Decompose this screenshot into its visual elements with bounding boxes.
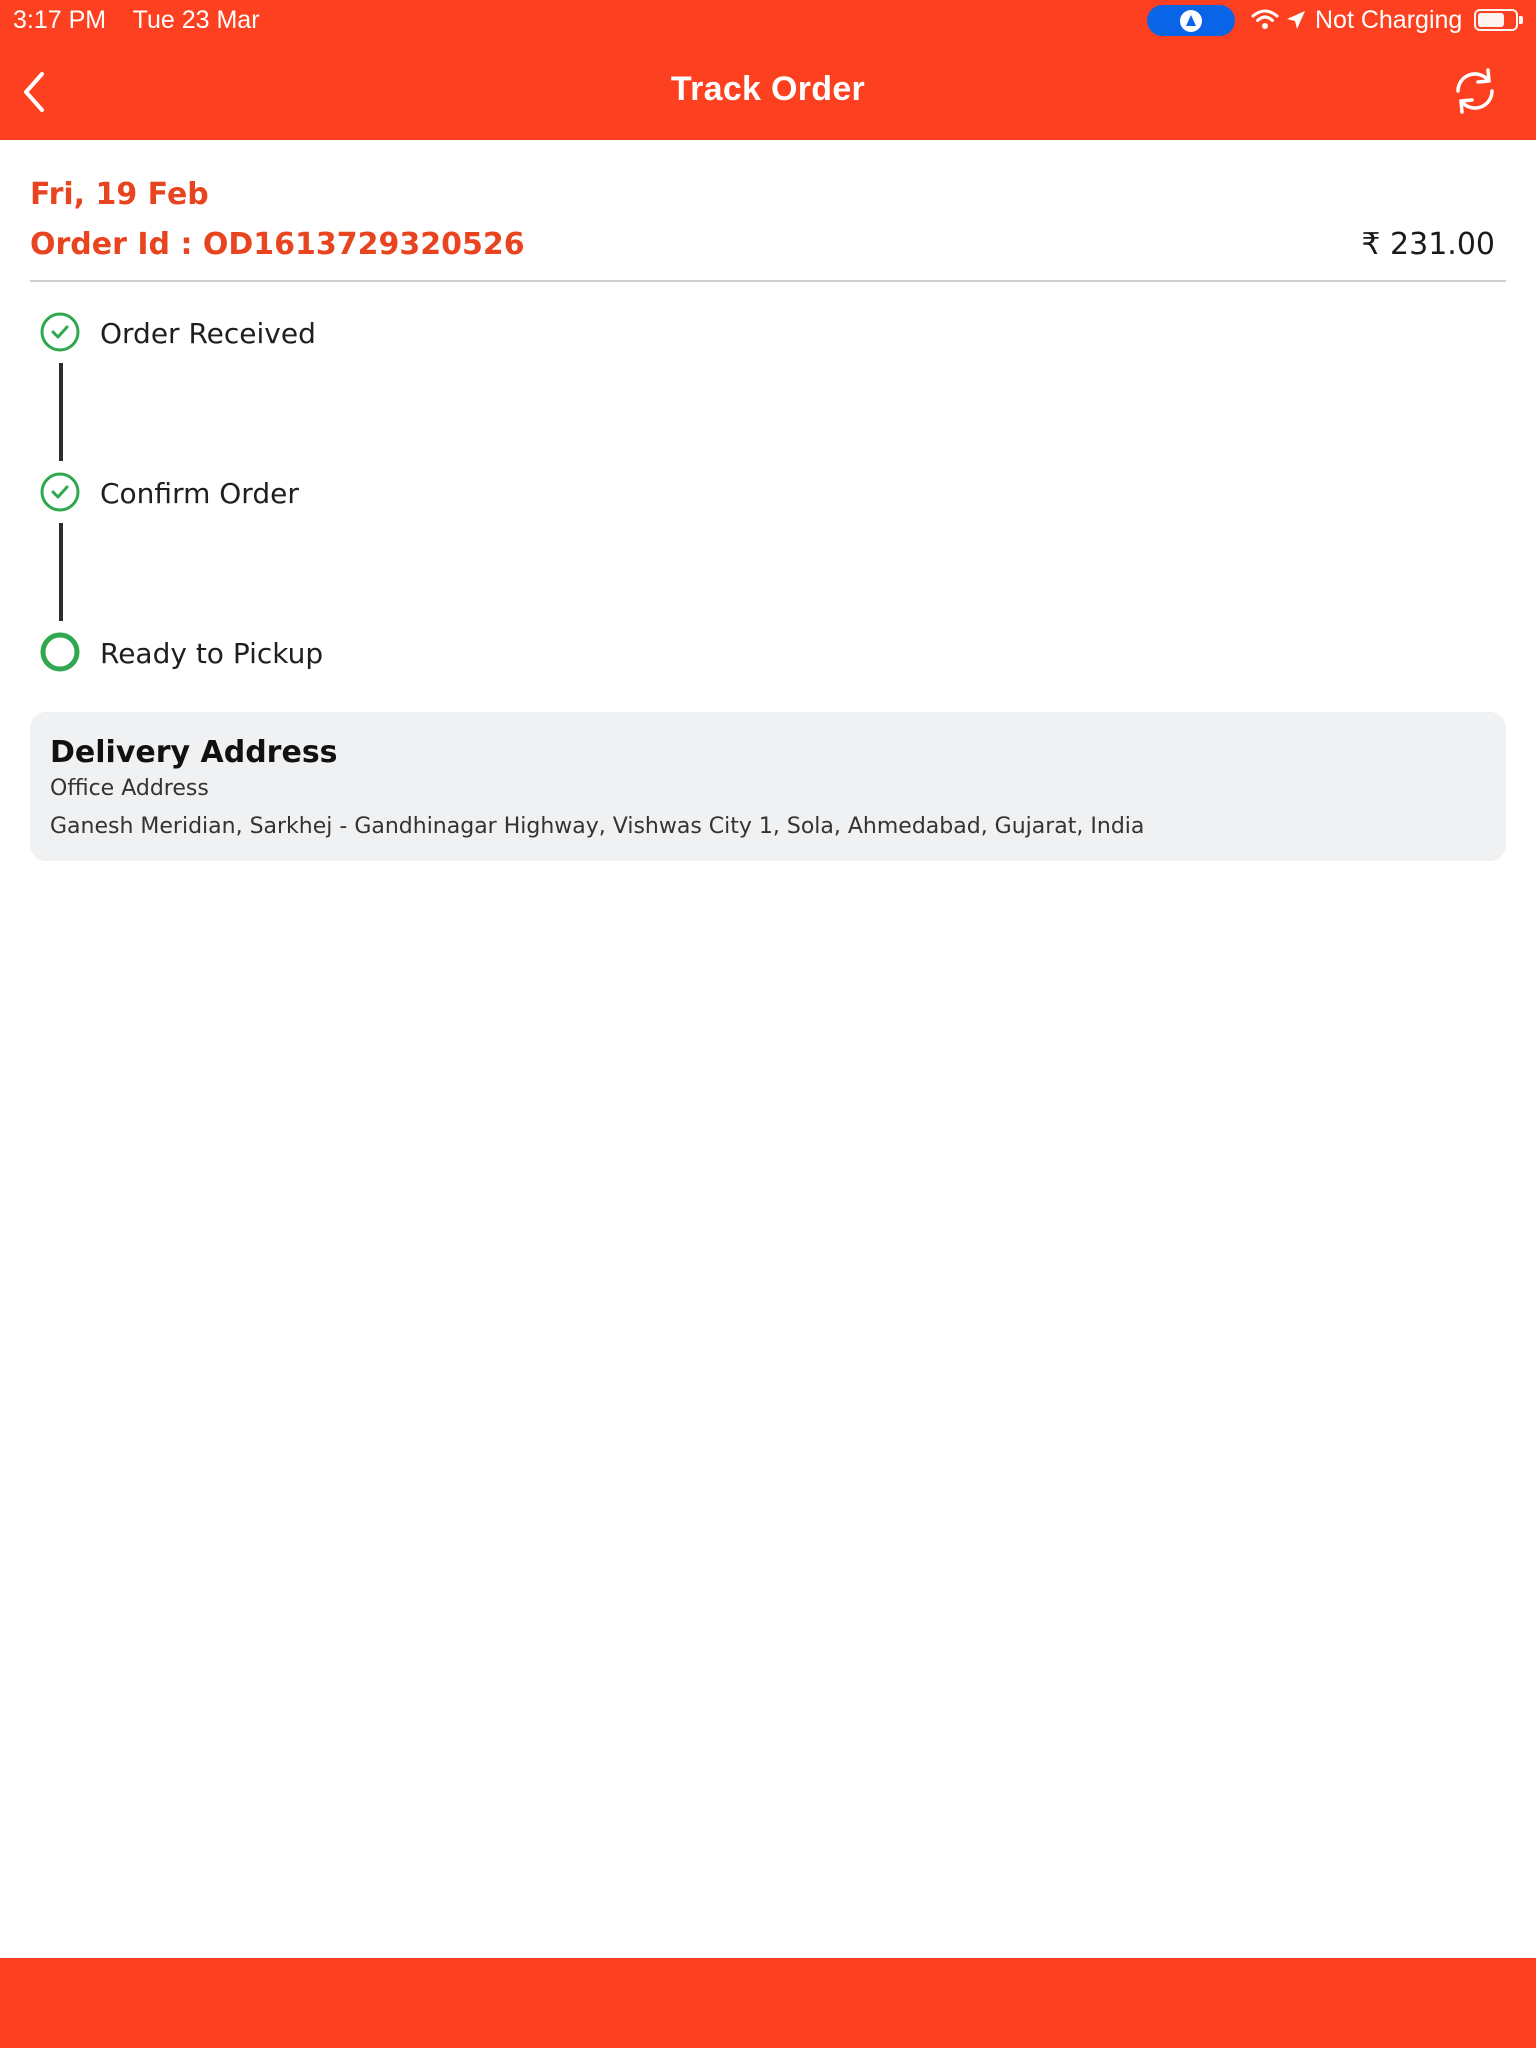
- tracking-step-label: Confirm Order: [100, 477, 299, 510]
- tracking-step-order-received: Order Received: [0, 312, 600, 356]
- page-title: Track Order: [670, 70, 866, 108]
- status-date: Tue 23 Mar: [132, 6, 260, 34]
- refresh-button[interactable]: [1450, 66, 1500, 116]
- battery-icon: [1474, 9, 1523, 31]
- check-circle-icon: [40, 312, 80, 352]
- order-date: Fri, 19 Feb: [30, 177, 209, 212]
- status-time: 3:17 PM: [13, 6, 107, 34]
- tracking-step-label: Ready to Pickup: [100, 637, 324, 670]
- charging-status: Not Charging: [1315, 6, 1463, 34]
- check-circle-icon: [40, 472, 80, 512]
- progress-circle-icon: [40, 632, 80, 672]
- refresh-icon: [1456, 68, 1494, 114]
- order-amount: ₹ 231.00: [1361, 227, 1495, 262]
- tracking-step-confirm-order: Confirm Order: [0, 472, 600, 516]
- navigation-pill-icon: [1147, 5, 1235, 36]
- order-id: Order Id : OD1613729320526: [30, 227, 525, 262]
- wifi-icon: [1251, 9, 1279, 29]
- timeline-connector: [59, 523, 63, 621]
- location-arrow-icon: [1287, 11, 1305, 29]
- bottom-bar: [0, 1958, 1536, 2048]
- status-time-date: 3:17 PM Tue 23 Mar: [13, 6, 280, 35]
- nav-bar: Track Order: [0, 40, 1536, 140]
- address-type: Office Address: [50, 776, 209, 801]
- delivery-address-heading: Delivery Address: [50, 735, 338, 770]
- tracking-step-ready-to-pickup: Ready to Pickup: [0, 632, 600, 676]
- tracking-step-label: Order Received: [100, 317, 316, 350]
- delivery-address-card: Delivery Address Office Address Ganesh M…: [30, 712, 1506, 861]
- address-line: Ganesh Meridian, Sarkhej - Gandhinagar H…: [50, 814, 1145, 839]
- timeline-connector: [59, 363, 63, 461]
- divider: [30, 280, 1506, 282]
- status-bar: 3:17 PM Tue 23 Mar Not Charging: [0, 0, 1536, 40]
